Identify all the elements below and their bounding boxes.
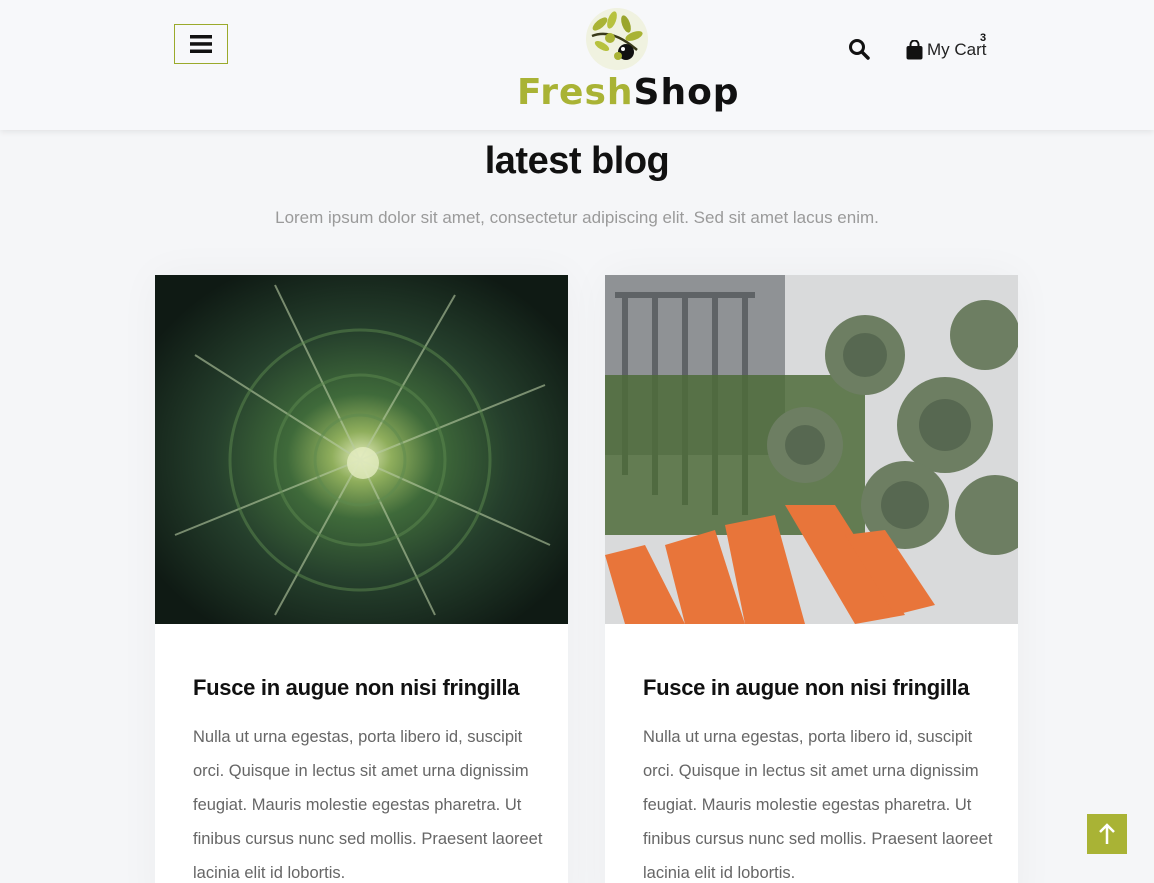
arrow-up-icon bbox=[1099, 823, 1115, 844]
post-title[interactable]: Fusce in augue non nisi fringilla bbox=[193, 675, 520, 701]
post-excerpt: Nulla ut urna egestas, porta libero id, … bbox=[643, 728, 993, 882]
cabbage-photo[interactable] bbox=[155, 275, 568, 624]
shopping-bag-icon bbox=[906, 40, 923, 60]
olive-branch-logo-icon bbox=[586, 8, 648, 70]
section-subtitle: Lorem ipsum dolor sit amet, consectetur … bbox=[275, 208, 879, 227]
cart-button[interactable]: My Cart 3 bbox=[906, 32, 987, 64]
artichokes-carrots-photo[interactable] bbox=[605, 275, 1018, 624]
site-header: FreshShop My Cart 3 bbox=[0, 0, 1154, 130]
logo-wordmark: FreshShop bbox=[517, 72, 740, 113]
search-icon bbox=[849, 39, 870, 60]
logo-text-shop: Shop bbox=[633, 72, 740, 113]
scroll-to-top-button[interactable] bbox=[1087, 814, 1127, 854]
cart-label: My Cart bbox=[927, 40, 987, 59]
blog-card: Fusce in augue non nisi fringilla Nulla … bbox=[155, 275, 568, 883]
post-title[interactable]: Fusce in augue non nisi fringilla bbox=[643, 675, 970, 701]
menu-toggle-button[interactable] bbox=[174, 24, 228, 64]
hamburger-icon bbox=[190, 35, 212, 53]
search-button[interactable] bbox=[848, 38, 872, 62]
logo-text-fresh: Fresh bbox=[517, 72, 634, 113]
logo[interactable]: FreshShop bbox=[512, 6, 739, 118]
blog-card: Fusce in augue non nisi fringilla Nulla … bbox=[605, 275, 1018, 883]
section-title: latest blog bbox=[484, 140, 670, 182]
cart-count-badge: 3 bbox=[980, 32, 987, 44]
post-excerpt: Nulla ut urna egestas, porta libero id, … bbox=[193, 728, 543, 882]
